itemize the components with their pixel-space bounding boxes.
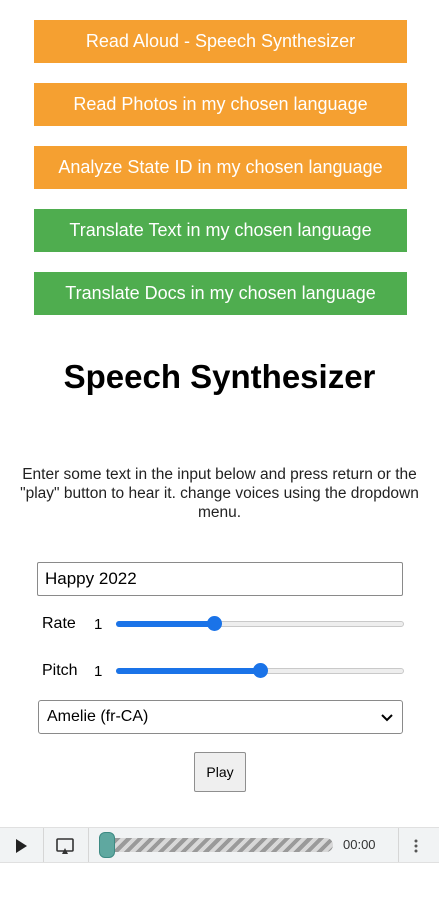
text-to-speak-input[interactable]: [37, 562, 403, 596]
play-button[interactable]: Play: [194, 752, 246, 792]
player-divider: [398, 828, 399, 862]
rate-control: Rate 1: [42, 612, 404, 636]
cast-icon[interactable]: [55, 836, 75, 856]
read-aloud-button[interactable]: Read Aloud - Speech Synthesizer: [34, 20, 407, 63]
pitch-slider-thumb[interactable]: [253, 663, 268, 678]
translate-docs-button[interactable]: Translate Docs in my chosen language: [34, 272, 407, 315]
translate-text-button[interactable]: Translate Text in my chosen language: [34, 209, 407, 252]
audio-time: 00:00: [343, 837, 376, 852]
page-title: Speech Synthesizer: [63, 358, 376, 395]
play-icon[interactable]: [12, 837, 30, 855]
more-vert-icon[interactable]: [412, 837, 420, 855]
rate-slider-thumb[interactable]: [206, 616, 222, 631]
voice-select-value: Amelie (fr-CA): [47, 708, 149, 725]
pitch-control: Pitch 1: [42, 659, 404, 683]
pitch-label: Pitch: [42, 662, 78, 679]
rate-slider[interactable]: [116, 612, 404, 636]
rate-slider-fill: [116, 621, 214, 627]
pitch-slider[interactable]: [116, 659, 404, 683]
audio-progress-bar[interactable]: [103, 838, 333, 852]
rate-label: Rate: [42, 615, 76, 632]
audio-player: 00:00: [0, 827, 439, 863]
read-photos-button[interactable]: Read Photos in my chosen language: [34, 83, 407, 126]
rate-value: 1: [94, 615, 103, 633]
pitch-value: 1: [94, 662, 103, 680]
analyze-state-id-button[interactable]: Analyze State ID in my chosen language: [34, 146, 407, 189]
instructions-text: Enter some text in the input below and p…: [20, 466, 419, 521]
pitch-slider-fill: [116, 668, 260, 674]
player-divider: [43, 828, 44, 862]
chevron-down-icon: [381, 714, 393, 722]
audio-progress-handle[interactable]: [99, 832, 115, 858]
player-divider: [88, 828, 89, 862]
voice-select[interactable]: Amelie (fr-CA): [38, 700, 403, 734]
